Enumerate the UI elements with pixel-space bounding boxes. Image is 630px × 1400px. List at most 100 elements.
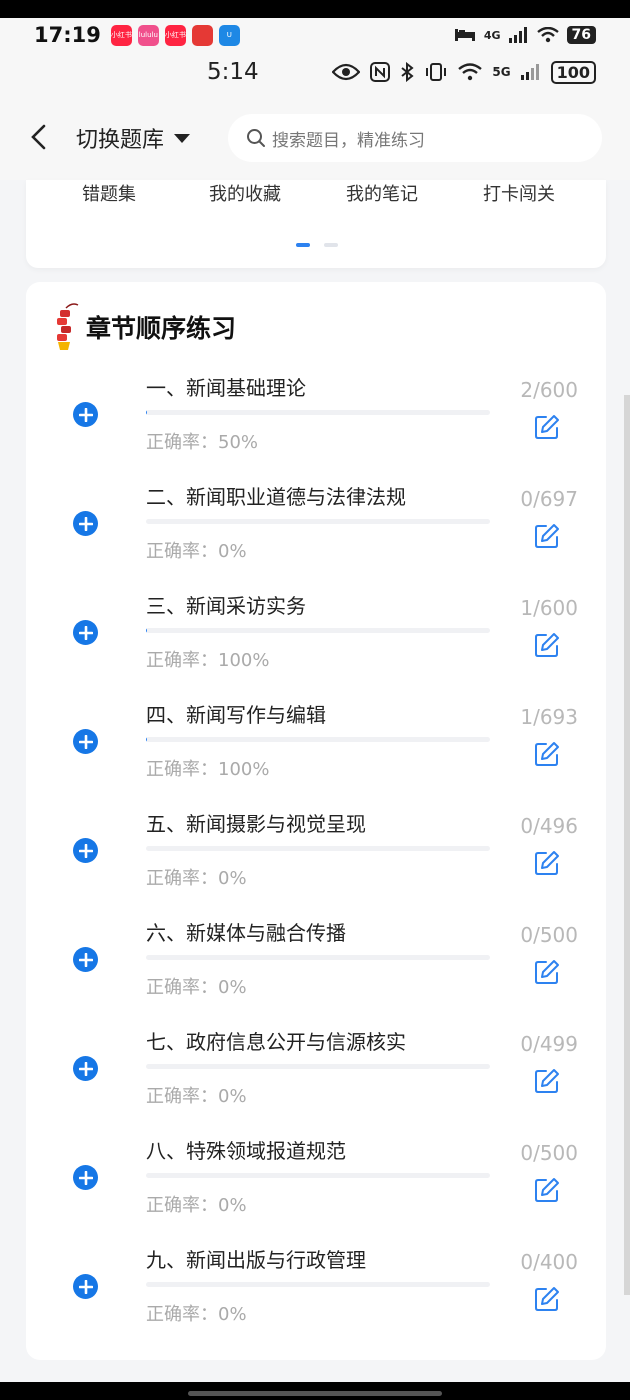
network-type-secondary: 5G xyxy=(492,65,511,79)
expand-plus-icon[interactable] xyxy=(73,402,98,427)
chapter-accuracy: 正确率：0% xyxy=(146,973,247,999)
chapter-progress-count: 0/400 xyxy=(520,1250,578,1274)
chapter-progress-bar xyxy=(146,955,490,960)
chapter-accuracy: 正确率：0% xyxy=(146,864,247,890)
bluetooth-icon xyxy=(401,62,414,82)
network-type: 4G xyxy=(483,28,501,42)
chapter-progress-count: 0/499 xyxy=(520,1032,578,1056)
edit-practice-icon[interactable] xyxy=(534,1177,560,1203)
tab-my-favorites[interactable]: 我的收藏 xyxy=(209,180,281,206)
chapter-progress-bar xyxy=(146,410,490,415)
accuracy-label: 正确率： xyxy=(146,1304,218,1325)
chapter-title[interactable]: 五、新闻摄影与视觉呈现 xyxy=(146,808,366,837)
edit-practice-icon[interactable] xyxy=(534,850,560,876)
chapter-progress-fill xyxy=(146,410,148,415)
chapter-accuracy: 正确率：0% xyxy=(146,1082,247,1108)
chapter-accuracy: 正确率：0% xyxy=(146,1300,247,1326)
expand-plus-icon[interactable] xyxy=(73,947,98,972)
tab-wrong-questions[interactable]: 错题集 xyxy=(82,180,136,206)
chapter-accuracy: 正确率：50% xyxy=(146,428,258,454)
chapter-title[interactable]: 七、政府信息公开与信源核实 xyxy=(146,1026,406,1055)
chapter-item[interactable]: 六、新媒体与融合传播 正确率：0% 0/500 xyxy=(26,917,606,1026)
app-notification-icon: U xyxy=(218,24,240,46)
chapter-title[interactable]: 六、新媒体与融合传播 xyxy=(146,917,346,946)
status-time-secondary: 5:14 xyxy=(207,59,259,85)
accuracy-value: 0% xyxy=(218,1304,247,1325)
switch-question-bank-button[interactable]: 切换题库 xyxy=(76,122,191,154)
accuracy-value: 0% xyxy=(218,977,247,998)
firecracker-icon xyxy=(57,303,79,350)
chapter-progress-bar xyxy=(146,519,490,524)
expand-plus-icon[interactable] xyxy=(73,1165,98,1190)
chapter-accuracy: 正确率：0% xyxy=(146,537,247,563)
expand-plus-icon[interactable] xyxy=(73,838,98,863)
chapter-progress-count: 2/600 xyxy=(520,378,578,402)
eye-icon xyxy=(332,63,361,81)
edit-practice-icon[interactable] xyxy=(534,959,560,985)
search-icon xyxy=(247,129,265,147)
home-indicator[interactable] xyxy=(188,1391,442,1396)
quick-access-card: 错题集 我的收藏 我的笔记 打卡闯关 xyxy=(26,180,606,268)
chapter-item[interactable]: 八、特殊领域报道规范 正确率：0% 0/500 xyxy=(26,1135,606,1244)
wifi-icon xyxy=(536,27,559,43)
chapter-title[interactable]: 八、特殊领域报道规范 xyxy=(146,1135,346,1164)
status-indicators-secondary: 5G 100 xyxy=(332,60,596,84)
chapter-accuracy: 正确率：100% xyxy=(146,755,269,781)
chapter-item[interactable]: 五、新闻摄影与视觉呈现 正确率：0% 0/496 xyxy=(26,808,606,917)
edit-practice-icon[interactable] xyxy=(534,523,560,549)
edit-practice-icon[interactable] xyxy=(534,414,560,440)
signal-icon-secondary xyxy=(520,64,539,80)
edit-practice-icon[interactable] xyxy=(534,741,560,767)
status-bar-primary: 17:19 小红书 lululu 小红书 U 4G 76 xyxy=(0,18,630,52)
nfc-icon xyxy=(370,62,391,82)
chapter-accuracy: 正确率：0% xyxy=(146,1191,247,1217)
app-notification-icon: 小红书 xyxy=(110,24,132,46)
app-header: 切换题库 搜索题目，精准练习 xyxy=(0,92,630,180)
expand-plus-icon[interactable] xyxy=(73,511,98,536)
chapter-title[interactable]: 九、新闻出版与行政管理 xyxy=(146,1244,366,1273)
search-bar[interactable]: 搜索题目，精准练习 xyxy=(228,114,602,162)
chapter-title[interactable]: 一、新闻基础理论 xyxy=(146,372,306,401)
chapter-title[interactable]: 二、新闻职业道德与法律法规 xyxy=(146,481,406,510)
expand-plus-icon[interactable] xyxy=(73,1056,98,1081)
tab-checkin-challenge[interactable]: 打卡闯关 xyxy=(483,180,555,206)
accuracy-label: 正确率： xyxy=(146,977,218,998)
accuracy-label: 正确率： xyxy=(146,1195,218,1216)
expand-plus-icon[interactable] xyxy=(73,620,98,645)
chapter-item[interactable]: 九、新闻出版与行政管理 正确率：0% 0/400 xyxy=(26,1244,606,1353)
chapter-item[interactable]: 四、新闻写作与编辑 正确率：100% 1/693 xyxy=(26,699,606,808)
edit-practice-icon[interactable] xyxy=(534,1286,560,1312)
edit-practice-icon[interactable] xyxy=(534,632,560,658)
tab-my-notes[interactable]: 我的笔记 xyxy=(346,180,418,206)
scrollbar[interactable] xyxy=(624,395,630,1295)
chapter-title[interactable]: 三、新闻采访实务 xyxy=(146,590,306,619)
battery-indicator: 76 xyxy=(566,26,596,44)
chapter-item[interactable]: 七、政府信息公开与信源核实 正确率：0% 0/499 xyxy=(26,1026,606,1135)
caret-down-icon xyxy=(174,133,191,143)
battery-indicator-secondary: 100 xyxy=(550,60,596,84)
status-time: 17:19 xyxy=(34,23,101,47)
accuracy-value: 0% xyxy=(218,1086,247,1107)
notification-app-icons: 小红书 lululu 小红书 U xyxy=(110,24,240,46)
chapter-item[interactable]: 一、新闻基础理论 正确率：50% 2/600 xyxy=(26,372,606,481)
chapter-title[interactable]: 四、新闻写作与编辑 xyxy=(146,699,326,728)
edit-practice-icon[interactable] xyxy=(534,1068,560,1094)
chapter-progress-bar xyxy=(146,1282,490,1287)
chapter-accuracy: 正确率：100% xyxy=(146,646,269,672)
expand-plus-icon[interactable] xyxy=(73,729,98,754)
chapter-item[interactable]: 三、新闻采访实务 正确率：100% 1/600 xyxy=(26,590,606,699)
expand-plus-icon[interactable] xyxy=(73,1274,98,1299)
page-dot-inactive xyxy=(324,243,338,247)
app-notification-icon: lululu xyxy=(137,24,159,46)
status-indicators: 4G 76 xyxy=(454,26,596,44)
chapter-progress-count: 0/500 xyxy=(520,923,578,947)
back-arrow-icon[interactable] xyxy=(28,122,52,152)
top-notch-area xyxy=(0,0,630,18)
chapter-progress-bar xyxy=(146,628,490,633)
search-placeholder: 搜索题目，精准练习 xyxy=(272,130,425,151)
chapter-item[interactable]: 二、新闻职业道德与法律法规 正确率：0% 0/697 xyxy=(26,481,606,590)
accuracy-value: 0% xyxy=(218,868,247,889)
bed-icon xyxy=(454,29,475,41)
chapter-progress-count: 0/697 xyxy=(520,487,578,511)
app-notification-icon xyxy=(191,24,213,46)
